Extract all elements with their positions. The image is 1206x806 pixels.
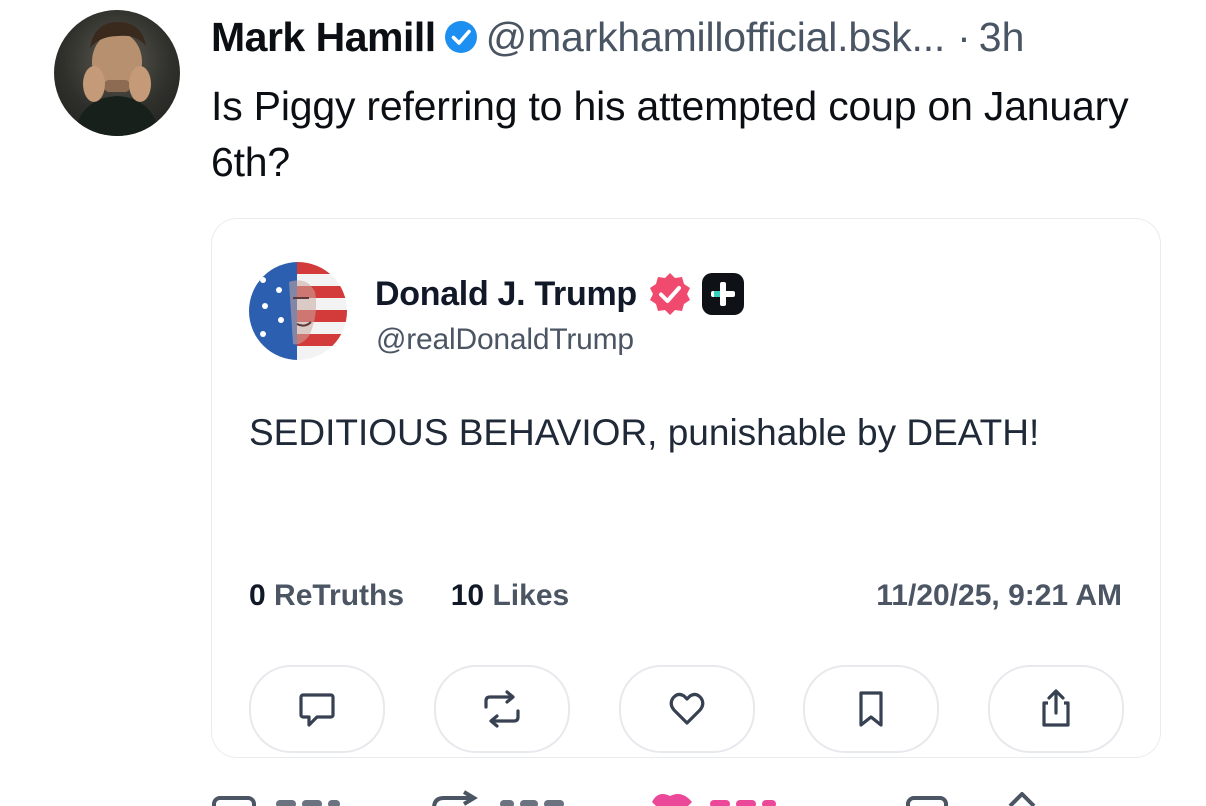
post-actions-row <box>0 786 1206 806</box>
reply-icon[interactable] <box>212 796 256 806</box>
avatar-photo <box>74 22 160 136</box>
truth-plus-icon <box>701 272 745 316</box>
flag-portrait-icon <box>249 262 347 360</box>
author-handle[interactable]: @markhamillofficial.bsk... <box>486 14 946 61</box>
embed-text: SEDITIOUS BEHAVIOR, punishable by DEATH! <box>249 412 1040 453</box>
share-button[interactable] <box>988 665 1124 753</box>
heart-icon <box>669 692 705 725</box>
embed-stats: 0 ReTruths 10 Likes <box>249 579 569 613</box>
more-icon[interactable] <box>906 796 948 806</box>
post-text: Is Piggy referring to his attempted coup… <box>211 83 1129 185</box>
share-icon[interactable] <box>1008 792 1036 806</box>
post-header: Mark Hamill @markhamillofficial.bsk... ·… <box>211 12 1024 62</box>
repost-count <box>500 800 564 806</box>
retruth-icon <box>484 690 520 728</box>
embed-avatar[interactable] <box>249 262 347 360</box>
embed-author-name[interactable]: Donald J. Trump <box>375 275 637 314</box>
retruth-button[interactable] <box>434 665 570 753</box>
like-icon[interactable] <box>652 794 692 806</box>
likes-label[interactable]: Likes <box>492 579 569 612</box>
retruths-count: 0 <box>249 579 266 612</box>
reply-icon <box>299 693 335 727</box>
like-button[interactable] <box>619 665 755 753</box>
embed-author-handle[interactable]: @realDonaldTrump <box>376 323 634 357</box>
quoted-post-card[interactable]: Donald J. Trump @realDonaldTrump SEDITIO… <box>211 218 1161 758</box>
post-time[interactable]: 3h <box>979 14 1025 61</box>
embed-name-row: Donald J. Trump <box>375 271 745 317</box>
bookmark-button[interactable] <box>803 665 939 753</box>
like-count <box>710 800 776 806</box>
repost-icon[interactable] <box>432 790 478 806</box>
reply-button[interactable] <box>249 665 385 753</box>
embed-date[interactable]: 11/20/25, 9:21 AM <box>876 579 1122 613</box>
bookmark-icon <box>859 691 883 727</box>
verified-badge-icon <box>647 271 693 317</box>
likes-count: 10 <box>450 579 485 612</box>
author-avatar[interactable] <box>54 10 180 136</box>
verified-badge-icon <box>444 20 478 54</box>
share-icon <box>1042 689 1070 727</box>
author-name[interactable]: Mark Hamill <box>211 14 436 61</box>
time-separator: · <box>957 13 971 60</box>
retruths-label[interactable]: ReTruths <box>274 579 404 612</box>
reply-count <box>276 800 340 806</box>
